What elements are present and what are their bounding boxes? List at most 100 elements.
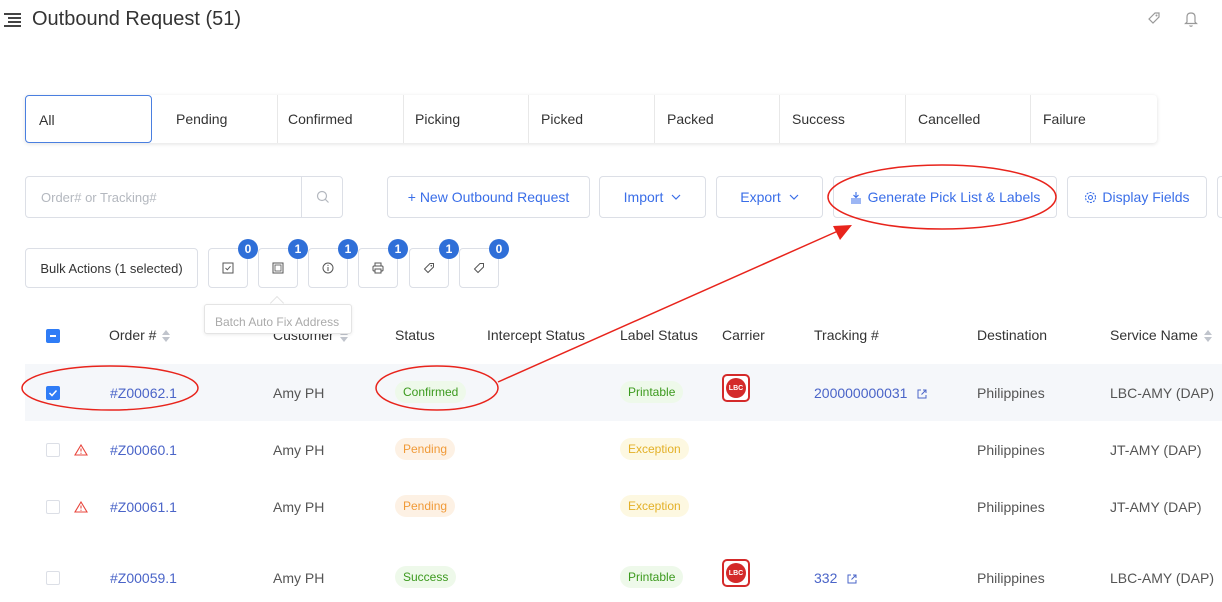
customer-cell: Amy PH	[273, 385, 325, 401]
destination-cell: Philippines	[977, 499, 1045, 515]
status-badge: Success	[395, 566, 457, 588]
printer-icon	[372, 262, 384, 274]
tab-picked[interactable]: Picked	[529, 95, 655, 143]
status-badge: Pending	[395, 438, 456, 460]
tab-cancelled[interactable]: Cancelled	[906, 95, 1031, 143]
bulk-tag-button[interactable]: 1	[409, 239, 459, 288]
annotation-arrow-head	[833, 225, 852, 240]
table-row[interactable]: #Z00060.1 Amy PH Pending Exception Phili…	[25, 421, 1222, 478]
label-status-badge: Printable	[620, 381, 684, 403]
info-icon	[322, 262, 334, 274]
order-link[interactable]: #Z00059.1	[110, 570, 177, 586]
count-badge: 1	[439, 239, 459, 259]
batch-auto-fix-address-tooltip: Batch Auto Fix Address	[204, 304, 352, 334]
stack-icon	[850, 191, 861, 204]
bulk-untag-button[interactable]: 0	[459, 239, 509, 288]
gear-icon	[1085, 191, 1097, 203]
sort-icon[interactable]	[1203, 330, 1212, 343]
bulk-print-button[interactable]: 1	[358, 239, 408, 288]
page-header: Outbound Request (51)	[0, 0, 1222, 46]
import-button[interactable]: Import	[599, 176, 706, 218]
warning-icon	[74, 444, 88, 456]
service-name-cell: JT-AMY (DAP)	[1110, 442, 1202, 458]
new-outbound-request-button[interactable]: + New Outbound Request	[387, 176, 590, 218]
column-header-label-status: Label Status	[620, 327, 698, 343]
column-header-service-name[interactable]: Service Name	[1110, 327, 1212, 343]
export-label: Export	[740, 189, 781, 205]
lbc-carrier-logo: LBC	[722, 374, 750, 402]
overflow-button[interactable]	[1217, 176, 1222, 218]
customer-cell: Amy PH	[273, 499, 325, 515]
label-status-badge: Exception	[620, 438, 689, 460]
customer-cell: Amy PH	[273, 442, 325, 458]
tab-packed[interactable]: Packed	[655, 95, 780, 143]
customer-cell: Amy PH	[273, 570, 325, 586]
tab-success[interactable]: Success	[780, 95, 906, 143]
chevron-down-icon	[789, 194, 799, 200]
search-input[interactable]	[26, 177, 301, 217]
menu-icon[interactable]	[4, 13, 22, 27]
display-fields-label: Display Fields	[1102, 189, 1190, 205]
generate-pick-list-button[interactable]: Generate Pick List & Labels	[833, 176, 1057, 218]
external-link-icon[interactable]	[917, 389, 927, 399]
status-badge: Confirmed	[395, 381, 467, 403]
table-row[interactable]: #Z00061.1 Amy PH Pending Exception Phili…	[25, 478, 1222, 535]
tag-icon	[423, 263, 434, 274]
service-name-cell: LBC-AMY (DAP)	[1110, 385, 1214, 401]
order-link[interactable]: #Z00062.1	[110, 385, 177, 401]
label-status-badge: Printable	[620, 566, 684, 588]
external-link-icon[interactable]	[847, 574, 857, 584]
warning-icon	[74, 501, 88, 513]
status-tabs: All Pending Confirmed Picking Picked Pac…	[25, 95, 1157, 143]
sort-icon[interactable]	[162, 330, 171, 343]
search-box	[25, 176, 343, 218]
destination-cell: Philippines	[977, 385, 1045, 401]
count-badge: 0	[489, 239, 509, 259]
column-header-status: Status	[395, 327, 435, 343]
tracking-link[interactable]: 332	[814, 570, 857, 586]
row-checkbox[interactable]	[46, 571, 60, 585]
select-all-checkbox[interactable]	[46, 329, 60, 343]
tab-picking[interactable]: Picking	[404, 95, 529, 143]
column-header-destination: Destination	[977, 327, 1048, 343]
status-badge: Pending	[395, 495, 456, 517]
tab-failure[interactable]: Failure	[1031, 95, 1157, 143]
bulk-info-button[interactable]: 1	[308, 239, 358, 288]
tab-confirmed[interactable]: Confirmed	[278, 95, 404, 143]
bulk-confirm-button[interactable]: 0	[208, 239, 258, 288]
count-badge: 1	[388, 239, 408, 259]
label-status-badge: Exception	[620, 495, 689, 517]
column-header-order[interactable]: Order #	[109, 327, 171, 343]
row-checkbox[interactable]	[46, 500, 60, 514]
table-row[interactable]: #Z00062.1 Amy PH Confirmed Printable LBC…	[25, 364, 1222, 421]
tag-icon[interactable]	[1146, 10, 1162, 28]
order-link[interactable]: #Z00061.1	[110, 499, 177, 515]
bulk-actions-button[interactable]: Bulk Actions (1 selected)	[25, 248, 198, 288]
service-name-cell: LBC-AMY (DAP)	[1110, 570, 1214, 586]
address-fix-icon	[272, 262, 284, 274]
row-checkbox[interactable]	[46, 443, 60, 457]
checkbox-icon	[222, 262, 234, 274]
column-header-intercept-status: Intercept Status	[487, 327, 586, 343]
order-link[interactable]: #Z00060.1	[110, 442, 177, 458]
page-title: Outbound Request (51)	[32, 8, 242, 30]
row-checkbox[interactable]	[46, 386, 60, 400]
column-header-tracking: Tracking #	[814, 327, 879, 343]
tab-all[interactable]: All	[25, 95, 152, 143]
batch-auto-fix-address-button[interactable]: 1	[258, 239, 308, 288]
count-badge: 1	[338, 239, 358, 259]
export-button[interactable]: Export	[716, 176, 823, 218]
display-fields-button[interactable]: Display Fields	[1067, 176, 1207, 218]
table-row[interactable]: #Z00059.1 Amy PH Success Printable LBC 3…	[25, 549, 1222, 602]
column-header-carrier: Carrier	[722, 327, 765, 343]
search-divider	[301, 177, 302, 217]
search-icon[interactable]	[316, 190, 330, 204]
tab-pending[interactable]: Pending	[152, 95, 278, 143]
destination-cell: Philippines	[977, 442, 1045, 458]
bell-icon[interactable]	[1183, 10, 1199, 28]
tracking-link[interactable]: 200000000031	[814, 385, 927, 401]
chevron-down-icon	[671, 194, 681, 200]
generate-pick-list-label: Generate Pick List & Labels	[867, 189, 1041, 205]
service-name-cell: JT-AMY (DAP)	[1110, 499, 1202, 515]
lbc-carrier-logo: LBC	[722, 559, 750, 587]
